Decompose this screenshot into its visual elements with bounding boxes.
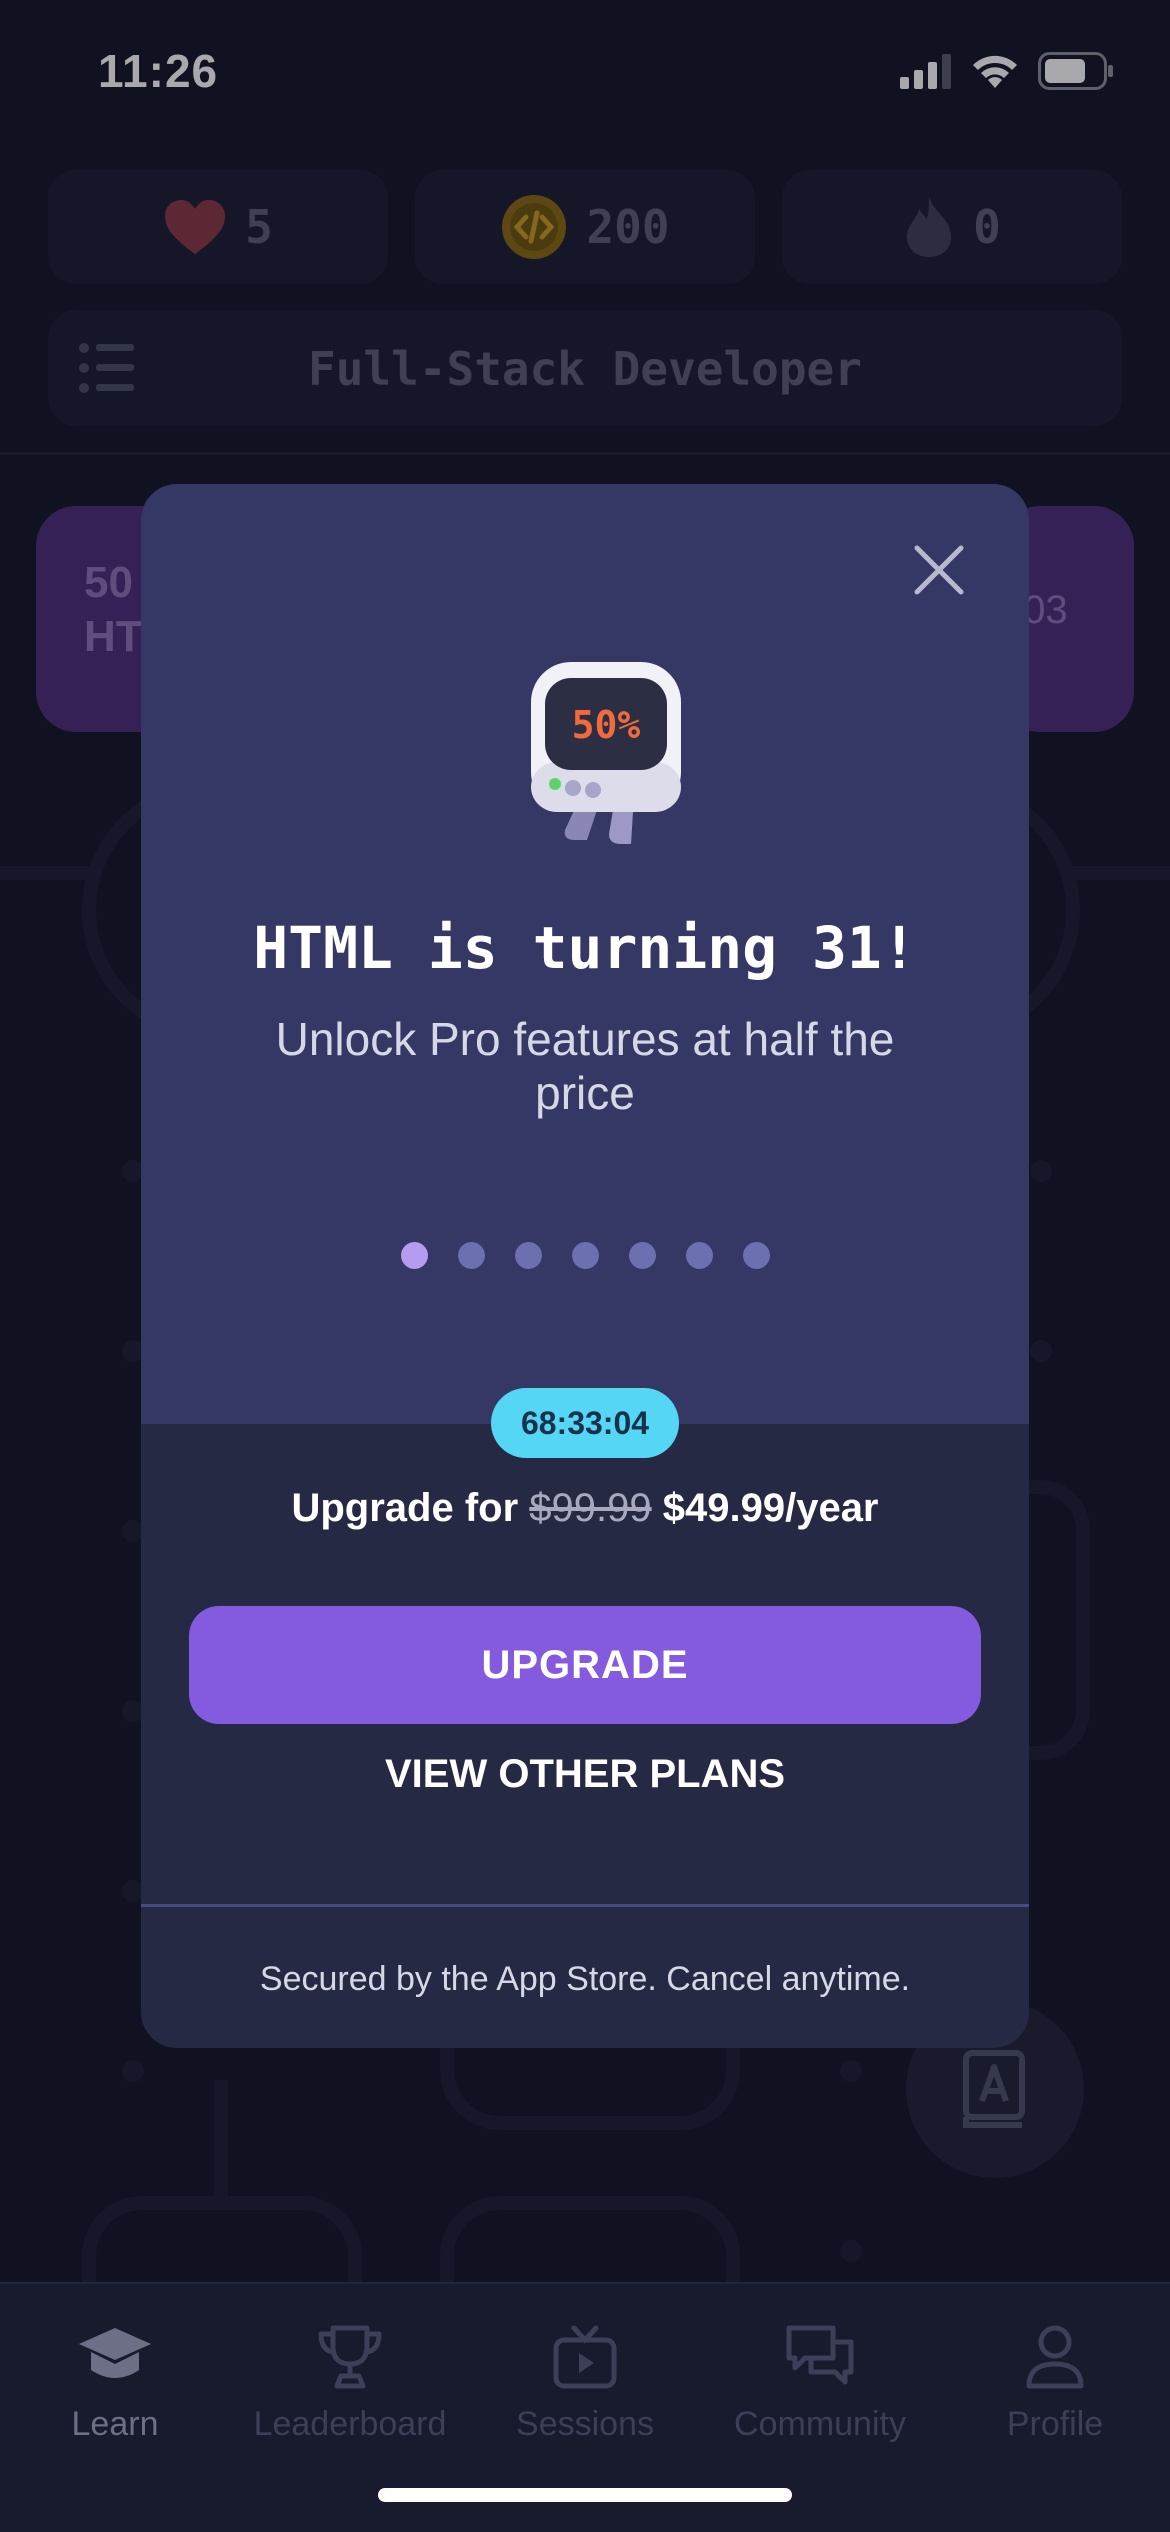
tab-label: Sessions	[516, 2405, 654, 2443]
secure-note: Secured by the App Store. Cancel anytime…	[259, 1960, 911, 1998]
person-icon	[1026, 2325, 1084, 2389]
home-indicator[interactable]	[378, 2488, 792, 2502]
promo-modal: 50% HTML is turning 31! Unlock Pro featu…	[141, 484, 1029, 2048]
carousel-dot[interactable]	[742, 1242, 770, 1269]
modal-title: HTML is turning 31!	[253, 914, 917, 982]
modal-divider	[141, 1904, 1029, 1907]
close-icon[interactable]	[911, 542, 967, 598]
tv-play-icon	[553, 2325, 617, 2389]
mascot-text: 50%	[572, 703, 641, 747]
view-other-plans-button[interactable]: VIEW OTHER PLANS	[141, 1752, 1029, 1797]
tab-community[interactable]: Community	[705, 2324, 935, 2444]
tab-learn[interactable]: Learn	[0, 2324, 230, 2444]
tab-label: Learn	[71, 2405, 159, 2443]
price-old: $99.99	[529, 1486, 652, 1530]
tab-sessions[interactable]: Sessions	[470, 2324, 700, 2444]
trophy-icon	[318, 2325, 382, 2389]
tab-label: Profile	[1006, 2405, 1104, 2443]
carousel-dot[interactable]	[571, 1242, 599, 1269]
carousel-dot[interactable]	[400, 1242, 428, 1269]
modal-subtitle: Unlock Pro features at half the price	[275, 1013, 895, 1119]
app-screen: 11:26 5 200 0 Full-Stack Developer 50 HT…	[0, 0, 1170, 2532]
tab-label: Community	[734, 2405, 906, 2443]
upgrade-button[interactable]: UPGRADE	[189, 1606, 981, 1724]
price-line: Upgrade for $99.99 $49.99/year	[141, 1486, 1029, 1531]
carousel-dot[interactable]	[628, 1242, 656, 1269]
tab-leaderboard[interactable]: Leaderboard	[235, 2324, 465, 2444]
carousel-dot[interactable]	[514, 1242, 542, 1269]
price-prefix: Upgrade for	[291, 1486, 530, 1530]
price-new: $49.99/year	[651, 1486, 879, 1530]
tab-label: Leaderboard	[253, 2405, 447, 2443]
graduation-cap-icon	[79, 2328, 151, 2378]
carousel-dot[interactable]	[457, 1242, 485, 1269]
robot-mascot-icon: 50%	[531, 662, 681, 844]
chat-bubbles-icon	[786, 2325, 854, 2385]
tab-profile[interactable]: Profile	[940, 2324, 1170, 2444]
countdown-timer: 68:33:04	[491, 1388, 679, 1458]
carousel-dot[interactable]	[685, 1242, 713, 1269]
carousel-dots	[141, 1242, 1029, 1269]
